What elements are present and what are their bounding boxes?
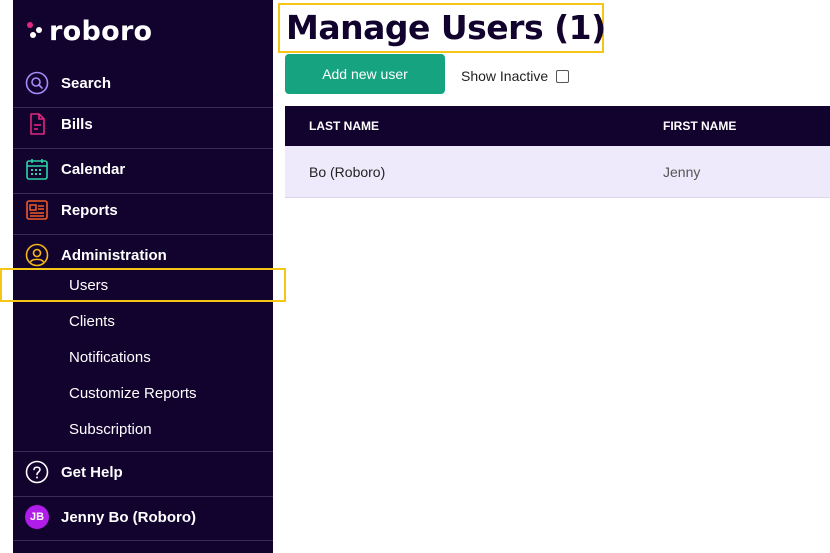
logo-mark-icon xyxy=(27,20,42,42)
sidebar-item-get-help[interactable]: Get Help xyxy=(13,460,273,484)
calendar-icon xyxy=(25,157,49,181)
logo[interactable]: roboro xyxy=(27,14,152,48)
question-icon xyxy=(25,460,49,484)
sidebar-item-bills[interactable]: Bills xyxy=(13,112,273,136)
cell-first-name: Jenny xyxy=(663,164,701,180)
divider xyxy=(13,107,273,108)
divider xyxy=(13,496,273,497)
show-inactive-checkbox[interactable] xyxy=(556,69,570,83)
sidebar-item-label: Search xyxy=(61,74,112,92)
users-table-header: LAST NAME FIRST NAME xyxy=(285,106,830,146)
cell-last-name: Bo (Roboro) xyxy=(309,164,386,180)
users-highlight-box xyxy=(0,268,286,302)
divider xyxy=(13,540,273,541)
sidebar-item-label: Administration xyxy=(61,246,167,264)
table-row[interactable]: Bo (Roboro) Jenny xyxy=(285,146,830,198)
sidebar-subitem-clients[interactable]: Clients xyxy=(69,313,115,330)
sidebar-item-label: Get Help xyxy=(61,463,123,481)
newspaper-icon xyxy=(25,198,49,222)
sidebar-item-label: Reports xyxy=(61,201,118,219)
column-header-first-name[interactable]: FIRST NAME xyxy=(663,119,736,133)
divider xyxy=(13,234,273,235)
sidebar-user[interactable]: JB Jenny Bo (Roboro) xyxy=(13,505,273,529)
sidebar-subitem-customize-reports[interactable]: Customize Reports xyxy=(69,385,197,402)
column-header-last-name[interactable]: LAST NAME xyxy=(309,119,379,133)
document-icon xyxy=(25,112,49,136)
sidebar-item-reports[interactable]: Reports xyxy=(13,198,273,222)
page-title: Manage Users (1) xyxy=(286,8,606,47)
user-circle-icon xyxy=(25,243,49,267)
sidebar-item-label: Calendar xyxy=(61,160,126,178)
show-inactive-label: Show Inactive xyxy=(461,68,549,84)
sidebar-subitem-notifications[interactable]: Notifications xyxy=(69,349,151,366)
sidebar-subitem-subscription[interactable]: Subscription xyxy=(69,421,152,438)
sidebar-item-calendar[interactable]: Calendar xyxy=(13,157,273,181)
avatar: JB xyxy=(25,505,49,529)
add-user-button[interactable]: Add new user xyxy=(285,54,445,94)
logo-text: roboro xyxy=(49,15,153,47)
divider xyxy=(13,451,273,452)
show-inactive-toggle[interactable]: Show Inactive xyxy=(461,68,570,84)
divider xyxy=(13,193,273,194)
divider xyxy=(13,148,273,149)
sidebar-item-administration[interactable]: Administration xyxy=(13,243,273,267)
search-icon xyxy=(25,71,49,95)
sidebar-item-label: Bills xyxy=(61,115,93,133)
user-name: Jenny Bo (Roboro) xyxy=(61,508,196,526)
sidebar-item-search[interactable]: Search xyxy=(13,71,273,95)
